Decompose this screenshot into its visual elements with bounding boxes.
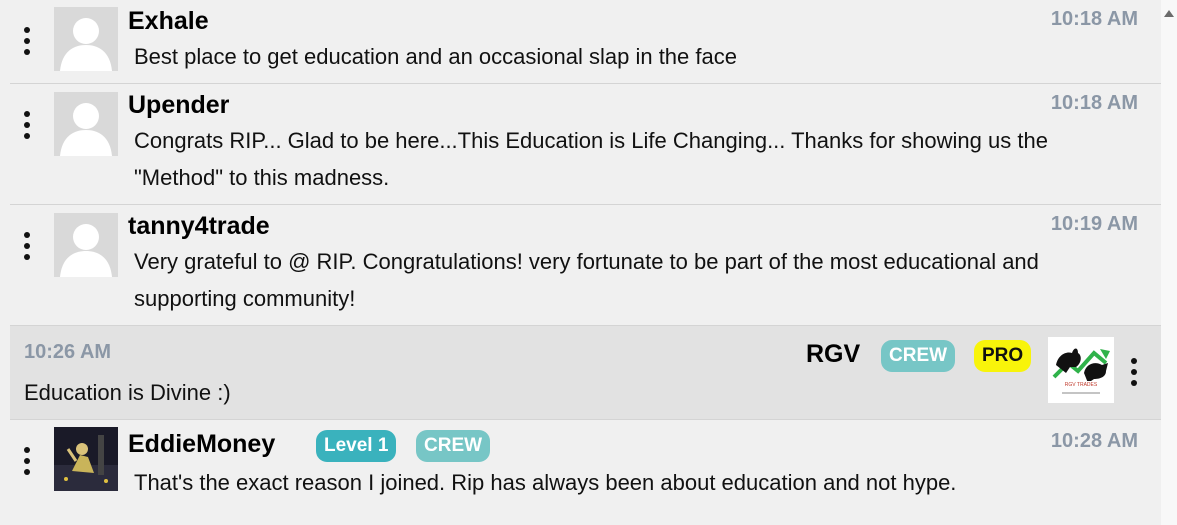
message-menu-icon[interactable]	[22, 111, 32, 139]
rgv-trades-logo[interactable]: RGV TRADES	[1048, 337, 1114, 403]
username[interactable]: RGV	[806, 340, 860, 368]
username[interactable]: tanny4trade	[128, 212, 270, 240]
pro-badge: PRO	[974, 340, 1032, 372]
message-time: 10:28 AM	[1050, 430, 1138, 452]
avatar[interactable]	[54, 7, 118, 71]
message-time: 10:19 AM	[1050, 213, 1138, 235]
message-text: Congrats RIP... Glad to be here...This E…	[134, 128, 1048, 190]
message-time: 10:18 AM	[1050, 8, 1138, 30]
crew-badge: CREW	[416, 430, 491, 462]
chat-message-own: 10:26 AM Education is Divine :) RGV CREW…	[10, 326, 1161, 420]
logo-caption: RGV TRADES	[1065, 382, 1098, 388]
chat-message: tanny4trade 10:19 AM Very grateful to @ …	[10, 205, 1161, 326]
chat-message: Upender 10:18 AM Congrats RIP... Glad to…	[10, 84, 1161, 205]
message-menu-icon[interactable]	[1129, 358, 1139, 386]
message-text: Education is Divine :)	[24, 380, 231, 405]
scroll-up-icon[interactable]	[1164, 10, 1174, 17]
message-time: 10:18 AM	[1050, 92, 1138, 114]
message-text: That's the exact reason I joined. Rip ha…	[134, 470, 957, 495]
scrollbar[interactable]	[1161, 0, 1177, 525]
chat-log: Exhale 10:18 AM Best place to get educat…	[0, 0, 1161, 525]
message-text: Best place to get education and an occas…	[134, 44, 737, 69]
message-text: Very grateful to @ RIP. Congratulations!…	[134, 249, 1039, 311]
chat-message: EddieMoney Level 1 CREW 10:28 AM That's …	[10, 420, 1161, 525]
crew-badge: CREW	[881, 340, 956, 372]
level-badge: Level 1	[316, 430, 397, 462]
avatar[interactable]	[54, 92, 118, 156]
username[interactable]: EddieMoney	[128, 430, 275, 458]
message-menu-icon[interactable]	[22, 232, 32, 260]
message-menu-icon[interactable]	[22, 27, 32, 55]
message-time: 10:26 AM	[24, 341, 112, 363]
avatar[interactable]	[54, 427, 118, 491]
username[interactable]: Upender	[128, 91, 229, 119]
chat-message: Exhale 10:18 AM Best place to get educat…	[10, 0, 1161, 84]
username[interactable]: Exhale	[128, 7, 209, 35]
message-menu-icon[interactable]	[22, 447, 32, 475]
avatar[interactable]	[54, 213, 118, 277]
